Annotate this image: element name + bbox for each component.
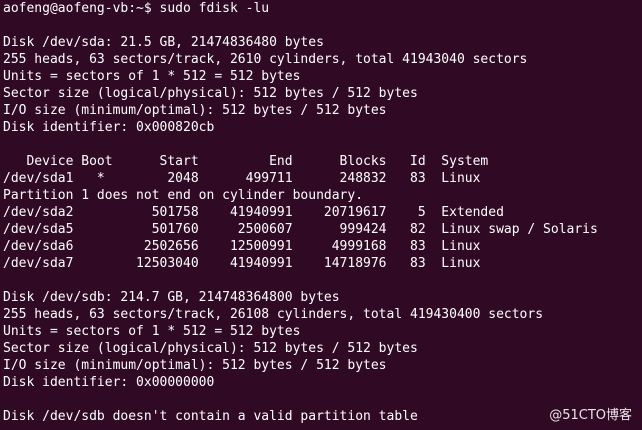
terminal-prompt-line: aofeng@aofeng-vb:~$ sudo fdisk -lu: [3, 1, 270, 16]
partition-row: /dev/sda5 501760 2500607 999424 82 Linux…: [3, 222, 598, 237]
partition-row: /dev/sda7 12503040 41940991 14718976 83 …: [3, 256, 481, 271]
terminal-line: Units = sectors of 1 * 512 = 512 bytes: [3, 324, 301, 339]
terminal-line: 255 heads, 63 sectors/track, 2610 cylind…: [3, 52, 528, 67]
partition-row: /dev/sda1 * 2048 499711 248832 83 Linux: [3, 171, 481, 186]
terminal-line: Sector size (logical/physical): 512 byte…: [3, 86, 418, 101]
terminal-line: Disk identifier: 0x00000000: [3, 375, 215, 390]
partition-table-header: Device Boot Start End Blocks Id System: [3, 154, 489, 169]
terminal-line: Disk /dev/sda: 21.5 GB, 21474836480 byte…: [3, 35, 324, 50]
partition-row: /dev/sda6 2502656 12500991 4999168 83 Li…: [3, 239, 481, 254]
terminal-line: 255 heads, 63 sectors/track, 26108 cylin…: [3, 307, 544, 322]
terminal-line: Disk /dev/sdb: 214.7 GB, 214748364800 by…: [3, 290, 340, 305]
terminal-line: I/O size (minimum/optimal): 512 bytes / …: [3, 103, 387, 118]
terminal-line: Disk /dev/sdb doesn't contain a valid pa…: [3, 409, 418, 424]
terminal-line: Sector size (logical/physical): 512 byte…: [3, 341, 418, 356]
watermark: @51CTO博客: [549, 408, 632, 423]
partition-row: /dev/sda2 501758 41940991 20719617 5 Ext…: [3, 205, 504, 220]
terminal-line: Disk identifier: 0x000820cb: [3, 120, 215, 135]
terminal-line: Units = sectors of 1 * 512 = 512 bytes: [3, 69, 301, 84]
terminal-line: Partition 1 does not end on cylinder bou…: [3, 188, 364, 203]
terminal-line: I/O size (minimum/optimal): 512 bytes / …: [3, 358, 387, 373]
terminal-window[interactable]: aofeng@aofeng-vb:~$ sudo fdisk -lu Disk …: [0, 0, 642, 430]
